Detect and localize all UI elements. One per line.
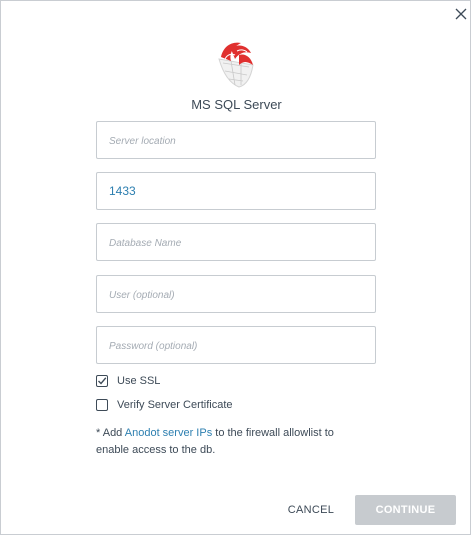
verify-certificate-option[interactable]: Verify Server Certificate [96,399,233,411]
continue-button[interactable]: CONTINUE [355,495,456,525]
port-input[interactable] [97,173,375,209]
port-field[interactable] [96,172,376,210]
close-icon [455,8,467,20]
use-ssl-label: Use SSL [117,375,161,387]
database-name-field[interactable] [96,223,376,261]
checkmark-icon [98,377,107,385]
close-button[interactable] [453,6,469,22]
note-prefix: * Add [96,427,125,439]
password-field[interactable] [96,326,376,364]
use-ssl-checkbox[interactable] [96,375,108,387]
user-input[interactable] [97,276,375,312]
verify-certificate-label: Verify Server Certificate [117,399,233,411]
server-location-input[interactable] [97,122,375,158]
cancel-button[interactable]: CANCEL [278,495,344,525]
anodot-server-ips-link[interactable]: Anodot server IPs [125,427,212,439]
server-location-field[interactable] [96,121,376,159]
verify-certificate-checkbox[interactable] [96,399,108,411]
ms-sql-server-logo [213,39,259,89]
password-input[interactable] [97,327,375,363]
user-field[interactable] [96,275,376,313]
dialog-title: MS SQL Server [191,97,282,112]
database-name-input[interactable] [97,224,375,260]
use-ssl-option[interactable]: Use SSL [96,375,160,387]
firewall-note: * Add Anodot server IPs to the firewall … [96,425,366,459]
connection-dialog: MS SQL Server Use SSL Verify Server Cert… [0,0,471,535]
